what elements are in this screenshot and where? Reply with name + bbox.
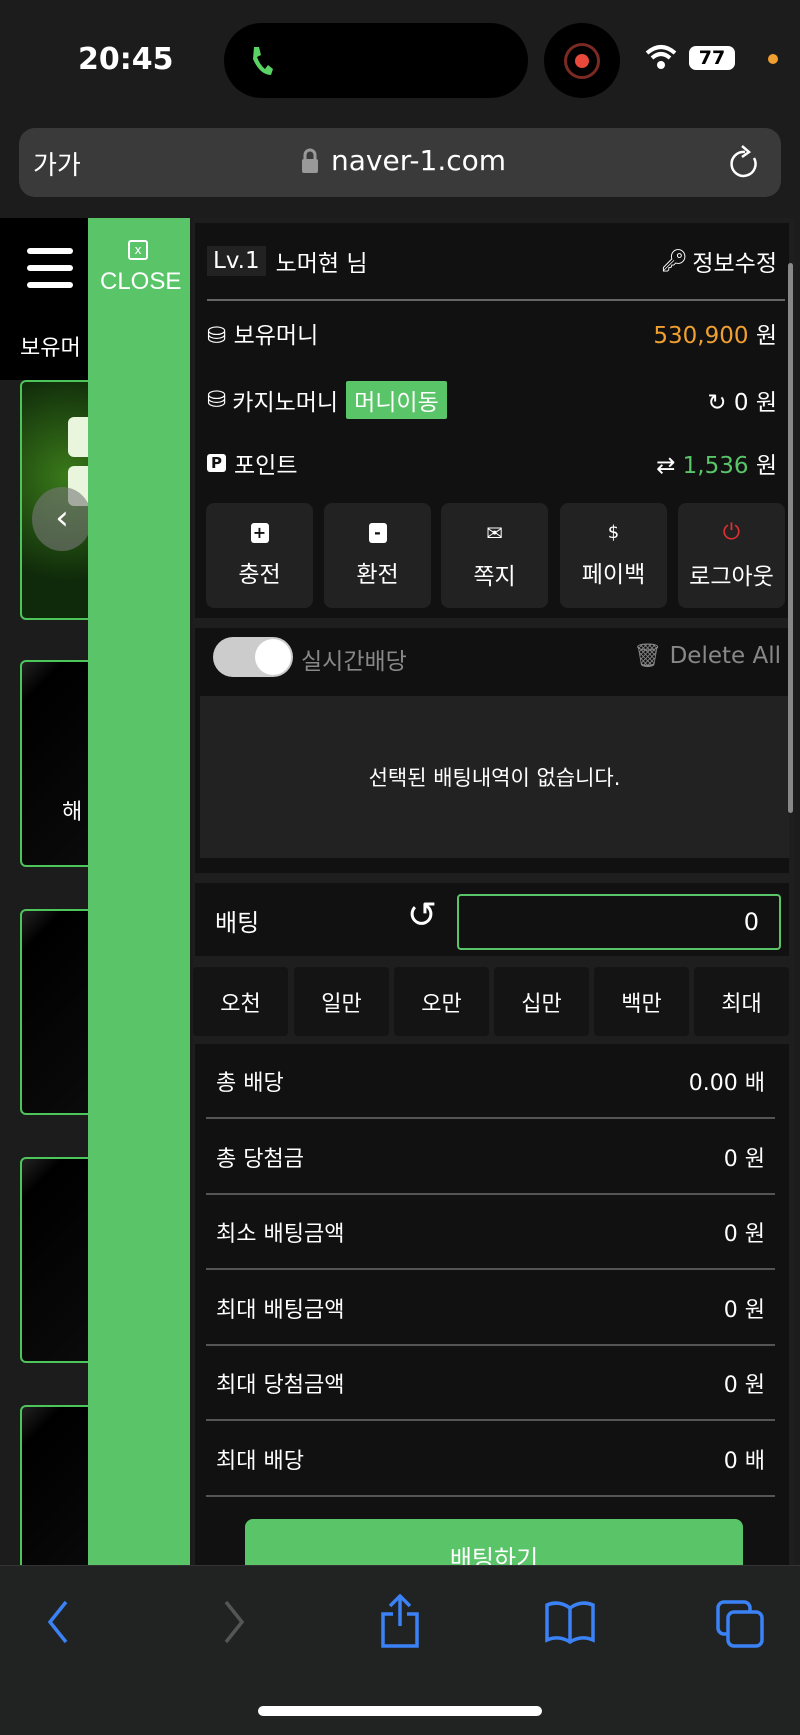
bet-amount-input[interactable]: 0 xyxy=(457,894,781,950)
bet-label: 배팅 xyxy=(215,909,260,937)
point-value: 1,536 xyxy=(682,453,749,479)
phone-icon xyxy=(253,47,273,75)
status-time: 20:45 xyxy=(78,42,174,77)
plus-square-icon: + xyxy=(250,522,269,543)
divider xyxy=(207,299,785,301)
trash-icon: 🗑︎ xyxy=(633,643,663,669)
level-badge: Lv.1 xyxy=(207,246,266,276)
summary-row: 최대 배팅금액 0 원 xyxy=(206,1271,775,1346)
close-sidebar[interactable]: x CLOSE xyxy=(88,218,190,1565)
forward-icon[interactable] xyxy=(222,1600,246,1644)
scrollbar[interactable] xyxy=(788,263,793,813)
betslip-panel: Lv.1 노머현 님 🔑︎ 정보수정 ⛁ 보유머니 530,900 원 ⛁ 카지노… xyxy=(193,218,795,1589)
coins-icon: ⛁ xyxy=(207,323,234,349)
privacy-dot xyxy=(768,54,778,64)
bet-amount-row: 배팅 ↺ 0 xyxy=(195,883,789,956)
text-size-button[interactable]: 가가 xyxy=(33,145,81,182)
empty-betslip: 선택된 배팅내역이 없습니다. xyxy=(200,696,789,858)
user-info-section: Lv.1 노머현 님 🔑︎ 정보수정 ⛁ 보유머니 530,900 원 ⛁ 카지노… xyxy=(195,223,789,618)
edit-profile-button[interactable]: 🔑︎ 정보수정 xyxy=(660,244,777,278)
payback-label: 페이백 xyxy=(581,562,646,588)
logout-button[interactable]: ⏻ 로그아웃 xyxy=(678,503,785,608)
reload-icon[interactable] xyxy=(727,144,761,182)
summary-row: 최소 배팅금액 0 원 xyxy=(206,1195,775,1270)
tabs-icon[interactable] xyxy=(716,1600,764,1648)
key-icon: 🔑︎ xyxy=(660,248,689,274)
point-label: 포인트 xyxy=(234,453,298,479)
quick-amount-1000000[interactable]: 백만 xyxy=(594,967,689,1036)
coins-icon: ⛁ xyxy=(207,387,227,413)
withdraw-button[interactable]: - 환전 xyxy=(324,503,431,608)
reset-amount-icon[interactable]: ↺ xyxy=(407,895,437,936)
close-button[interactable]: CLOSE xyxy=(100,268,181,296)
power-icon: ⏻ xyxy=(722,520,741,545)
dynamic-island xyxy=(224,23,528,98)
point-unit: 원 xyxy=(755,453,777,479)
card-title: 해 xyxy=(62,800,83,825)
realtime-odds-label: 실시간배당 xyxy=(301,649,407,675)
money-transfer-button[interactable]: 머니이동 xyxy=(344,379,449,421)
summary-row: 총 배당 0.00 배 xyxy=(206,1044,775,1119)
logout-label: 로그아웃 xyxy=(689,564,774,590)
home-indicator xyxy=(258,1706,542,1716)
close-icon[interactable]: x xyxy=(128,240,148,260)
money-label: ⛁ 보유머니 xyxy=(207,323,319,349)
quick-amount-100000[interactable]: 십만 xyxy=(494,967,589,1036)
site-header: 보유머 xyxy=(0,218,88,380)
wifi-icon xyxy=(645,45,677,69)
bet-summary: 총 배당 0.00 배 총 당첨금 0 원 최소 배팅금액 0 원 최대 배팅금액 0 … xyxy=(195,1044,789,1589)
casino-money-label: 카지노머니 xyxy=(232,390,339,416)
minus-square-icon: - xyxy=(368,522,387,543)
withdraw-label: 환전 xyxy=(356,561,399,588)
user-name: 노머현 님 xyxy=(275,251,368,277)
refresh-icon[interactable]: ↻ xyxy=(707,390,726,416)
envelope-icon: ✉ xyxy=(486,520,503,545)
lock-icon xyxy=(302,148,318,173)
summary-row: 총 당첨금 0 원 xyxy=(206,1120,775,1195)
money-value: 530,900 xyxy=(653,323,749,349)
exchange-icon[interactable]: ⇄ xyxy=(656,453,675,479)
share-icon[interactable] xyxy=(380,1594,420,1648)
casino-money-unit: 원 xyxy=(755,390,777,416)
quick-amount-50000[interactable]: 오만 xyxy=(394,967,489,1036)
address-bar[interactable]: 가가 naver-1.com xyxy=(19,128,781,197)
deposit-label: 충전 xyxy=(238,561,281,588)
edit-profile-label: 정보수정 xyxy=(692,251,777,277)
quick-amount-5000[interactable]: 오천 xyxy=(193,967,288,1036)
message-label: 쪽지 xyxy=(473,563,516,590)
betslip-section: 실시간배당 🗑︎ Delete All 선택된 배팅내역이 없습니다. xyxy=(195,628,789,873)
battery-indicator: 77 xyxy=(689,46,735,70)
url-text[interactable]: naver-1.com xyxy=(331,144,506,177)
browser-toolbar xyxy=(0,1565,800,1735)
hand-dollar-icon: $ xyxy=(607,522,620,543)
casino-money-value: 0 xyxy=(733,390,749,416)
point-icon: P xyxy=(207,454,226,472)
balance-label: 보유머 xyxy=(20,336,81,361)
quick-amount-max[interactable]: 최대 xyxy=(694,967,789,1036)
screen-record-indicator xyxy=(544,23,620,98)
empty-message: 선택된 배팅내역이 없습니다. xyxy=(368,766,621,790)
deposit-button[interactable]: + 충전 xyxy=(206,503,313,608)
delete-all-button[interactable]: 🗑︎ Delete All xyxy=(633,642,781,669)
payback-button[interactable]: $ 페이백 xyxy=(560,503,667,608)
back-icon[interactable] xyxy=(46,1600,70,1644)
money-unit: 원 xyxy=(755,323,777,349)
summary-row: 최대 배당 0 배 xyxy=(206,1422,775,1497)
carousel-prev-icon[interactable]: ‹ xyxy=(32,487,92,551)
summary-row: 최대 당첨금액 0 원 xyxy=(206,1346,775,1421)
bookmarks-icon[interactable] xyxy=(545,1600,595,1644)
realtime-odds-toggle[interactable] xyxy=(213,637,293,677)
quick-amount-10000[interactable]: 일만 xyxy=(294,967,389,1036)
message-button[interactable]: ✉ 쪽지 xyxy=(441,503,548,608)
